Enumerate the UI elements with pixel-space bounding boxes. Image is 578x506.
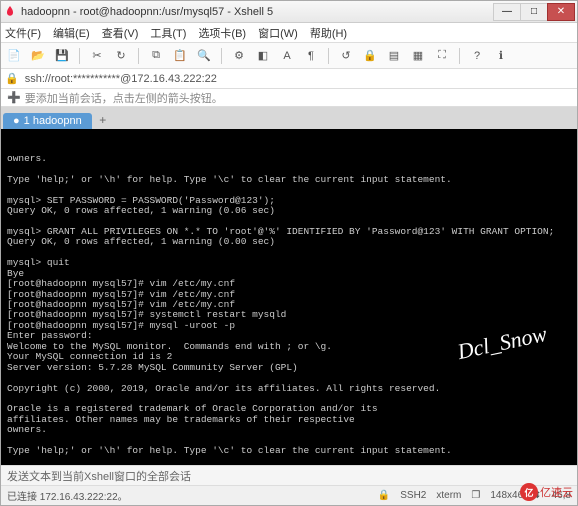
menu-tabs[interactable]: 选项卡(B) bbox=[198, 25, 246, 41]
paste-icon[interactable]: 📋 bbox=[171, 47, 189, 65]
tab-bar: ● 1 hadoopnn + bbox=[1, 107, 577, 129]
menu-tools[interactable]: 工具(T) bbox=[150, 25, 186, 41]
menu-view[interactable]: 查看(V) bbox=[102, 25, 139, 41]
menu-file[interactable]: 文件(F) bbox=[5, 25, 41, 41]
find-icon[interactable]: 🔍 bbox=[195, 47, 213, 65]
reconnect-icon[interactable]: ↻ bbox=[112, 47, 130, 65]
status-lock-icon: 🔒 bbox=[378, 490, 390, 501]
lock-icon[interactable]: 🔒 bbox=[361, 47, 379, 65]
status-win-icon: ❐ bbox=[471, 490, 480, 501]
open-icon[interactable]: 📂 bbox=[29, 47, 47, 65]
address-input[interactable] bbox=[23, 71, 573, 87]
toolbar-separator bbox=[221, 48, 222, 64]
menu-window[interactable]: 窗口(W) bbox=[258, 25, 298, 41]
encode-icon[interactable]: ¶ bbox=[302, 47, 320, 65]
vendor-logo: 亿 亿速云 bbox=[520, 482, 574, 502]
logo-badge: 亿 bbox=[520, 483, 538, 501]
window-buttons: — □ ✕ bbox=[494, 3, 575, 21]
status-term: xterm bbox=[436, 490, 461, 501]
about-icon[interactable]: ℹ bbox=[492, 47, 510, 65]
menubar: 文件(F) 编辑(E) 查看(V) 工具(T) 选项卡(B) 窗口(W) 帮助(… bbox=[1, 23, 577, 43]
terminal-output: owners. Type 'help;' or '\h' for help. T… bbox=[7, 154, 571, 465]
terminal[interactable]: owners. Type 'help;' or '\h' for help. T… bbox=[1, 129, 577, 465]
props-icon[interactable]: ⚙ bbox=[230, 47, 248, 65]
menu-edit[interactable]: 编辑(E) bbox=[53, 25, 90, 41]
disconnect-icon[interactable]: ✂ bbox=[88, 47, 106, 65]
ssh-lock-icon: 🔒 bbox=[5, 72, 19, 85]
tab-dot-icon: ● bbox=[13, 115, 20, 127]
menu-help[interactable]: 帮助(H) bbox=[310, 25, 347, 41]
new-session-icon[interactable]: 📄 bbox=[5, 47, 23, 65]
tab-add-button[interactable]: + bbox=[94, 111, 112, 129]
toolbar-separator bbox=[79, 48, 80, 64]
window-title: hadoopnn - root@hadoopnn:/usr/mysql57 - … bbox=[21, 6, 494, 18]
copy-icon[interactable]: ⧉ bbox=[147, 47, 165, 65]
hint-text: 要添加当前会话，点击左侧的箭头按钮。 bbox=[25, 90, 223, 106]
status-size: 148x46 bbox=[490, 490, 523, 501]
color-icon[interactable]: ◧ bbox=[254, 47, 272, 65]
save-icon[interactable]: 💾 bbox=[53, 47, 71, 65]
toolbar-separator bbox=[328, 48, 329, 64]
maximize-button[interactable]: □ bbox=[520, 3, 548, 21]
command-bar[interactable]: 发送文本到当前Xshell窗口的全部会话 bbox=[1, 465, 577, 485]
app-flame-icon bbox=[3, 5, 17, 19]
add-session-icon[interactable]: ➕ bbox=[7, 91, 21, 104]
status-connection: 已连接 172.16.43.222:22。 bbox=[7, 488, 368, 503]
fullscreen-icon[interactable]: ⛶ bbox=[433, 47, 451, 65]
logo-text: 亿速云 bbox=[540, 484, 573, 500]
address-bar: 🔒 bbox=[1, 69, 577, 89]
titlebar: hadoopnn - root@hadoopnn:/usr/mysql57 - … bbox=[1, 1, 577, 23]
tile-icon[interactable]: ▦ bbox=[409, 47, 427, 65]
toolbar: 📄 📂 💾 ✂ ↻ ⧉ 📋 🔍 ⚙ ◧ A ¶ ↺ 🔒 ▤ ▦ ⛶ ? ℹ bbox=[1, 43, 577, 69]
app-window: hadoopnn - root@hadoopnn:/usr/mysql57 - … bbox=[0, 0, 578, 506]
toolbar-separator bbox=[459, 48, 460, 64]
tab-hadoopnn[interactable]: ● 1 hadoopnn bbox=[3, 113, 92, 129]
status-bar: 已连接 172.16.43.222:22。 🔒 SSH2 xterm ❐ 148… bbox=[1, 485, 577, 505]
minimize-button[interactable]: — bbox=[493, 3, 521, 21]
status-ssh: SSH2 bbox=[400, 490, 426, 501]
font-icon[interactable]: A bbox=[278, 47, 296, 65]
refresh-icon[interactable]: ↺ bbox=[337, 47, 355, 65]
hint-bar: ➕ 要添加当前会话，点击左侧的箭头按钮。 bbox=[1, 89, 577, 107]
help-icon[interactable]: ? bbox=[468, 47, 486, 65]
tab-label: 1 hadoopnn bbox=[24, 115, 82, 127]
toolbar-separator bbox=[138, 48, 139, 64]
cascade-icon[interactable]: ▤ bbox=[385, 47, 403, 65]
close-button[interactable]: ✕ bbox=[547, 3, 575, 21]
